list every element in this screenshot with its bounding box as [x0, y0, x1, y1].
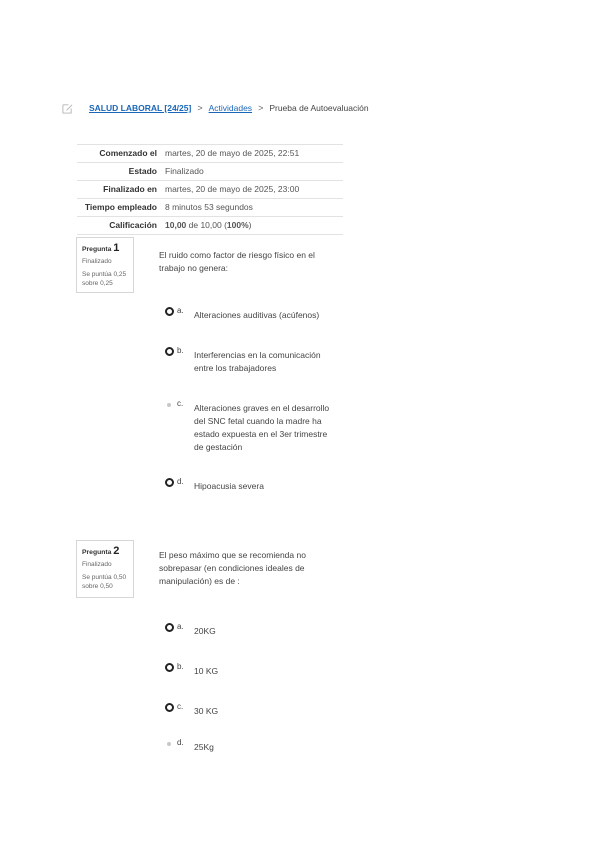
grade-score: 10,00 — [165, 220, 187, 230]
option-letter: a. — [177, 622, 184, 631]
option-text: Hipoacusia severa — [194, 481, 264, 491]
summary-row-time: Tiempo empleado 8 minutos 53 segundos — [77, 198, 343, 217]
summary-value: martes, 20 de mayo de 2025, 22:51 — [161, 144, 343, 163]
radio-unselected-icon[interactable] — [164, 662, 174, 678]
summary-value: martes, 20 de mayo de 2025, 23:00 — [161, 180, 343, 199]
breadcrumb-separator: > — [197, 103, 203, 113]
question-status: Finalizado — [82, 561, 112, 568]
breadcrumb-current: Prueba de Autoevaluación — [269, 103, 369, 113]
question-number: 1 — [113, 242, 120, 254]
grade-percent: 100% — [226, 220, 249, 230]
option-letter: d. — [177, 738, 184, 747]
breadcrumb-course-link[interactable]: SALUD LABORAL [24/25] — [89, 103, 191, 113]
grade-close: ) — [248, 220, 252, 230]
option-text: Alteraciones graves en el desarrollo del… — [194, 403, 330, 452]
option-letter: c. — [177, 702, 184, 711]
radio-selected-icon[interactable] — [164, 399, 174, 454]
question-grade: Se puntúa 0,50 sobre 0,50 — [82, 574, 127, 590]
summary-value: 8 minutos 53 segundos — [161, 198, 343, 217]
answer-option[interactable]: c. 30 KG — [164, 702, 334, 718]
radio-unselected-icon[interactable] — [164, 622, 174, 638]
option-text: Alteraciones auditivas (acúfenos) — [194, 310, 320, 320]
radio-unselected-icon[interactable] — [164, 306, 174, 322]
summary-label: Calificación — [77, 216, 161, 235]
summary-label: Estado — [77, 162, 161, 181]
question-status: Finalizado — [82, 258, 112, 265]
answer-option[interactable]: b. Interferencias en la comunicación ent… — [164, 346, 334, 375]
option-letter: a. — [177, 306, 184, 315]
answer-option[interactable]: a. 20KG — [164, 622, 334, 638]
option-letter: d. — [177, 477, 184, 486]
summary-row-finished: Finalizado en martes, 20 de mayo de 2025… — [77, 180, 343, 199]
option-text: Interferencias en la comunicación entre … — [194, 350, 321, 373]
option-text: 30 KG — [194, 706, 219, 716]
breadcrumb-activities-link[interactable]: Actividades — [209, 103, 252, 113]
question-number: 2 — [113, 545, 120, 557]
radio-unselected-icon[interactable] — [164, 477, 174, 493]
question-grade: Se puntúa 0,25 sobre 0,25 — [82, 271, 127, 287]
question-text: El ruido como factor de riesgo físico en… — [159, 250, 315, 273]
question-info-box: Pregunta 2 Finalizado Se puntúa 0,50 sob… — [76, 540, 134, 598]
answer-option[interactable]: b. 10 KG — [164, 662, 334, 678]
option-letter: b. — [177, 662, 184, 671]
summary-label: Finalizado en — [77, 180, 161, 199]
option-text: 10 KG — [194, 666, 219, 676]
option-text: 20KG — [194, 626, 216, 636]
summary-label: Comenzado el — [77, 144, 161, 163]
radio-unselected-icon[interactable] — [164, 702, 174, 718]
answer-option[interactable]: a. Alteraciones auditivas (acúfenos) — [164, 306, 334, 322]
question-info-box: Pregunta 1 Finalizado Se puntúa 0,25 sob… — [76, 237, 134, 293]
radio-unselected-icon[interactable] — [164, 346, 174, 375]
answer-option[interactable]: d. 25Kg — [164, 738, 334, 754]
question-label: Pregunta — [82, 549, 112, 556]
attempt-summary-table: Comenzado el martes, 20 de mayo de 2025,… — [77, 144, 343, 235]
question-label: Pregunta — [82, 246, 112, 253]
summary-label: Tiempo empleado — [77, 198, 161, 217]
option-text: 25Kg — [194, 742, 214, 752]
grade-total: de 10,00 ( — [186, 220, 227, 230]
edit-icon — [62, 103, 73, 114]
summary-value: 10,00 de 10,00 (100%) — [161, 216, 343, 235]
breadcrumb: SALUD LABORAL [24/25] > Actividades > Pr… — [62, 100, 369, 116]
option-letter: c. — [177, 399, 184, 408]
summary-row-grade: Calificación 10,00 de 10,00 (100%) — [77, 216, 343, 235]
answer-option[interactable]: d. Hipoacusia severa — [164, 477, 334, 493]
summary-row-started: Comenzado el martes, 20 de mayo de 2025,… — [77, 144, 343, 163]
answer-option[interactable]: c. Alteraciones graves en el desarrollo … — [164, 399, 334, 454]
question-text: El peso máximo que se recomienda no sobr… — [159, 550, 306, 586]
summary-row-state: Estado Finalizado — [77, 162, 343, 181]
option-letter: b. — [177, 346, 184, 355]
summary-value: Finalizado — [161, 162, 343, 181]
radio-selected-icon[interactable] — [164, 738, 174, 754]
breadcrumb-separator: > — [258, 103, 264, 113]
